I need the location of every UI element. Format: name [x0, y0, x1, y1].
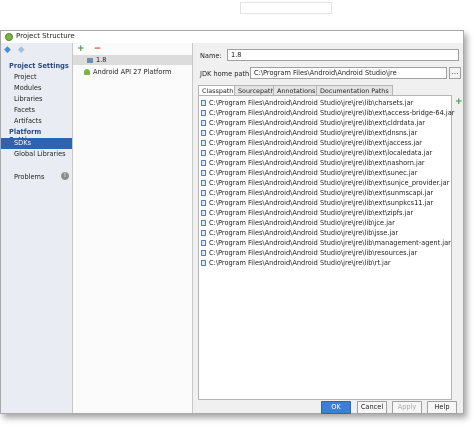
- sdk-item-label: 1.8: [96, 56, 107, 64]
- jar-file-icon: [201, 170, 206, 176]
- problems-label: Problems: [14, 173, 45, 181]
- jar-file-icon: [201, 120, 206, 126]
- forward-arrow-icon[interactable]: ◆: [18, 45, 25, 55]
- list-item[interactable]: C:\Program Files\Android\Android Studio\…: [201, 228, 398, 238]
- list-item[interactable]: C:\Program Files\Android\Android Studio\…: [201, 178, 449, 188]
- list-item[interactable]: C:\Program Files\Android\Android Studio\…: [201, 128, 417, 138]
- jar-file-icon: [201, 230, 206, 236]
- jar-file-icon: [201, 110, 206, 116]
- list-item[interactable]: C:\Program Files\Android\Android Studio\…: [201, 168, 417, 178]
- list-item[interactable]: C:\Program Files\Android\Android Studio\…: [201, 258, 391, 268]
- remove-sdk-icon[interactable]: −: [94, 44, 102, 54]
- sdk-toolbar: + −: [77, 44, 101, 54]
- classpath-list[interactable]: C:\Program Files\Android\Android Studio\…: [198, 95, 454, 400]
- jar-file-icon: [201, 210, 206, 216]
- jar-file-icon: [201, 240, 206, 246]
- jdk-home-path-field[interactable]: C:\Program Files\Android\Android Studio\…: [250, 67, 447, 79]
- settings-navigation: ◆ ◆ Project Settings Project Modules Lib…: [1, 43, 73, 413]
- android-studio-icon: [5, 33, 13, 41]
- dialog-button-bar: OK Cancel Apply Help: [1, 401, 463, 414]
- project-structure-dialog: Project Structure ◆ ◆ Project Settings P…: [0, 30, 464, 414]
- back-arrow-icon[interactable]: ◆: [4, 45, 11, 55]
- cancel-button[interactable]: Cancel: [357, 401, 387, 414]
- list-item[interactable]: C:\Program Files\Android\Android Studio\…: [201, 188, 433, 198]
- name-label: Name:: [200, 52, 222, 60]
- list-item[interactable]: C:\Program Files\Android\Android Studio\…: [201, 108, 454, 118]
- nav-item-modules[interactable]: Modules: [1, 83, 72, 94]
- project-settings-heading: Project Settings: [9, 62, 69, 70]
- list-item[interactable]: C:\Program Files\Android\Android Studio\…: [201, 208, 413, 218]
- nav-item-artifacts[interactable]: Artifacts: [1, 116, 72, 127]
- list-item[interactable]: C:\Program Files\Android\Android Studio\…: [201, 148, 432, 158]
- nav-item-facets[interactable]: Facets: [1, 105, 72, 116]
- ok-button[interactable]: OK: [321, 401, 351, 414]
- nav-item-problems[interactable]: Problems !: [1, 172, 72, 183]
- jar-file-icon: [201, 130, 206, 136]
- nav-arrows: ◆ ◆: [4, 45, 29, 55]
- list-item[interactable]: C:\Program Files\Android\Android Studio\…: [201, 218, 395, 228]
- sdk-list-pane: + − 1.8 Android API 27 Platform: [73, 43, 193, 413]
- add-sdk-icon[interactable]: +: [77, 44, 85, 54]
- jar-file-icon: [201, 140, 206, 146]
- window-title: Project Structure: [16, 32, 75, 40]
- sdk-item-android-api-27[interactable]: Android API 27 Platform: [73, 67, 192, 77]
- apply-button[interactable]: Apply: [392, 401, 422, 414]
- sdk-item-1-8[interactable]: 1.8: [73, 55, 192, 65]
- name-field[interactable]: 1.8: [227, 49, 459, 61]
- nav-item-sdks[interactable]: SDKs: [1, 138, 72, 149]
- list-item[interactable]: C:\Program Files\Android\Android Studio\…: [201, 248, 417, 258]
- title-bar: Project Structure: [1, 31, 463, 43]
- browse-jdk-button[interactable]: ...: [449, 67, 461, 79]
- jar-file-icon: [201, 190, 206, 196]
- sdk-details-pane: Name: 1.8 JDK home path: C:\Program File…: [193, 43, 463, 413]
- jar-file-icon: [201, 100, 206, 106]
- nav-item-project[interactable]: Project: [1, 72, 72, 83]
- jdk-home-label: JDK home path:: [200, 70, 252, 78]
- help-button[interactable]: Help: [427, 401, 457, 414]
- problems-info-icon: !: [61, 172, 69, 180]
- jar-file-icon: [201, 200, 206, 206]
- jar-file-icon: [201, 180, 206, 186]
- list-item[interactable]: C:\Program Files\Android\Android Studio\…: [201, 158, 425, 168]
- nav-item-libraries[interactable]: Libraries: [1, 94, 72, 105]
- list-item[interactable]: C:\Program Files\Android\Android Studio\…: [201, 98, 413, 108]
- android-icon: [84, 69, 90, 75]
- add-path-icon[interactable]: +: [455, 97, 463, 107]
- list-item[interactable]: C:\Program Files\Android\Android Studio\…: [201, 118, 425, 128]
- sdk-item-label: Android API 27 Platform: [93, 68, 172, 76]
- list-item[interactable]: C:\Program Files\Android\Android Studio\…: [201, 238, 451, 248]
- background-window-edge: [240, 2, 332, 14]
- jar-file-icon: [201, 160, 206, 166]
- jar-file-icon: [201, 150, 206, 156]
- jar-file-icon: [201, 250, 206, 256]
- nav-item-global-libraries[interactable]: Global Libraries: [1, 149, 72, 160]
- folder-icon: [87, 57, 93, 63]
- list-item[interactable]: C:\Program Files\Android\Android Studio\…: [201, 198, 433, 208]
- jar-file-icon: [201, 260, 206, 266]
- list-item[interactable]: C:\Program Files\Android\Android Studio\…: [201, 138, 422, 148]
- jar-file-icon: [201, 220, 206, 226]
